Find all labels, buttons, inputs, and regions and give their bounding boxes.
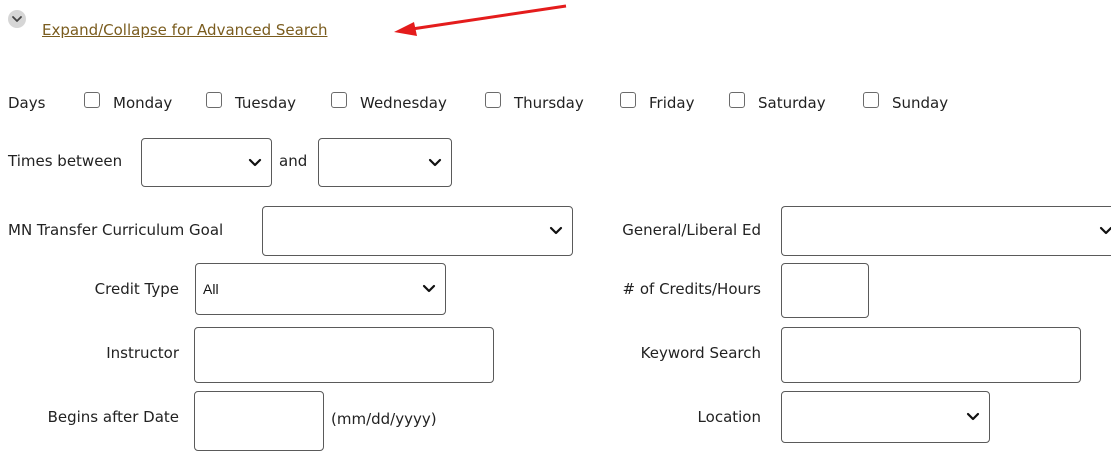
- begins-after-date-input[interactable]: [194, 391, 324, 451]
- credits-hours-label: # of Credits/Hours: [622, 280, 762, 298]
- days-label: Days: [8, 94, 46, 112]
- chevron-down-icon: [422, 284, 436, 293]
- location-label: Location: [697, 408, 761, 426]
- keyword-search-input[interactable]: [781, 327, 1081, 383]
- general-ed-select[interactable]: [781, 206, 1111, 256]
- expand-chevron-icon[interactable]: [8, 10, 26, 28]
- friday-checkbox[interactable]: [620, 92, 636, 108]
- credit-type-value: All: [203, 281, 219, 297]
- chevron-down-icon: [248, 158, 262, 166]
- location-select[interactable]: [781, 391, 990, 443]
- advanced-search-toggle-link[interactable]: Expand/Collapse for Advanced Search: [42, 20, 327, 40]
- chevron-down-icon: [549, 226, 563, 235]
- saturday-checkbox[interactable]: [729, 92, 745, 108]
- monday-label: Monday: [113, 94, 173, 112]
- tuesday-checkbox[interactable]: [206, 92, 222, 108]
- friday-label: Friday: [649, 94, 695, 112]
- credits-hours-input[interactable]: [781, 263, 869, 318]
- end-time-select[interactable]: [318, 138, 452, 187]
- thursday-label: Thursday: [514, 94, 584, 112]
- times-between-label: Times between: [8, 152, 123, 170]
- sunday-checkbox[interactable]: [863, 92, 879, 108]
- chevron-down-icon: [428, 158, 442, 166]
- general-ed-label: General/Liberal Ed: [622, 221, 761, 239]
- begins-after-date-label: Begins after Date: [47, 408, 179, 426]
- monday-checkbox[interactable]: [84, 92, 100, 108]
- keyword-search-label: Keyword Search: [640, 344, 761, 362]
- wednesday-label: Wednesday: [360, 94, 447, 112]
- start-time-select[interactable]: [141, 138, 272, 187]
- mn-transfer-goal-label: MN Transfer Curriculum Goal: [8, 221, 224, 239]
- date-format-hint: (mm/dd/yyyy): [331, 410, 437, 428]
- chevron-down-icon: [1099, 226, 1111, 235]
- saturday-label: Saturday: [758, 94, 826, 112]
- mn-transfer-goal-select[interactable]: [262, 206, 573, 256]
- wednesday-checkbox[interactable]: [331, 92, 347, 108]
- thursday-checkbox[interactable]: [485, 92, 501, 108]
- and-label: and: [279, 152, 308, 170]
- credit-type-label: Credit Type: [94, 280, 179, 298]
- instructor-input[interactable]: [194, 327, 494, 383]
- instructor-label: Instructor: [106, 344, 179, 362]
- credit-type-select[interactable]: All: [195, 263, 446, 315]
- tuesday-label: Tuesday: [235, 94, 297, 112]
- chevron-down-icon: [966, 412, 980, 421]
- red-arrow-icon: [394, 4, 567, 36]
- sunday-label: Sunday: [892, 94, 949, 112]
